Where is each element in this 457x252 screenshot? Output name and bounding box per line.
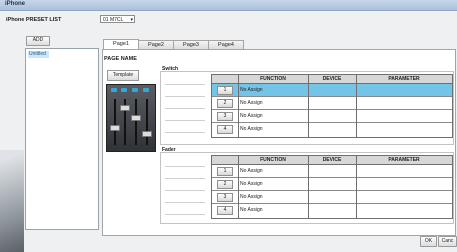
- row-function: No Assign: [240, 168, 263, 174]
- row-number-button[interactable]: 4: [217, 125, 233, 134]
- row-number-button[interactable]: 2: [217, 180, 233, 189]
- divider: [165, 96, 205, 97]
- switch-table: FUNCTION DEVICE PARAMETER 1 No Assign 2 …: [211, 74, 453, 138]
- divider: [165, 132, 205, 133]
- preset-list-label: iPhone PRESET LIST: [6, 17, 62, 23]
- title-bar: iPhone: [0, 0, 457, 11]
- table-row[interactable]: 2 No Assign: [212, 178, 452, 191]
- add-button[interactable]: ADD: [26, 36, 50, 46]
- page-name-label: PAGE NAME: [104, 56, 137, 62]
- divider: [165, 166, 205, 167]
- table-row[interactable]: 4 No Assign: [212, 204, 452, 216]
- cancel-button[interactable]: Canc: [438, 236, 457, 247]
- divider: [165, 120, 205, 121]
- row-number-button[interactable]: 2: [217, 99, 233, 108]
- chevron-down-icon: ▾: [130, 17, 133, 23]
- table-row[interactable]: 4 No Assign: [212, 123, 452, 135]
- row-function: No Assign: [240, 194, 263, 200]
- row-function: No Assign: [240, 181, 263, 187]
- divider: [165, 214, 205, 215]
- column-header-parameter: PARAMETER: [388, 157, 420, 163]
- row-function: No Assign: [240, 87, 263, 93]
- column-header-device: DEVICE: [322, 76, 342, 82]
- row-function: No Assign: [240, 100, 263, 106]
- model-select[interactable]: 01 M7CL ▾: [100, 15, 135, 23]
- row-number-button[interactable]: 1: [217, 86, 233, 95]
- table-row[interactable]: 2 No Assign: [212, 97, 452, 110]
- divider: [165, 108, 205, 109]
- divider: [165, 202, 205, 203]
- row-function: No Assign: [240, 207, 263, 213]
- divider: [165, 84, 205, 85]
- column-header-parameter: PARAMETER: [388, 76, 420, 82]
- fader-table-header: FUNCTION DEVICE PARAMETER: [212, 156, 452, 165]
- switch-table-header: FUNCTION DEVICE PARAMETER: [212, 75, 452, 84]
- column-header-device: DEVICE: [322, 157, 342, 163]
- template-button[interactable]: Template: [107, 70, 139, 81]
- preset-item[interactable]: Untitled: [28, 51, 49, 58]
- divider: [165, 178, 205, 179]
- column-header-function: FUNCTION: [260, 76, 286, 82]
- table-row[interactable]: 1 No Assign: [212, 84, 452, 97]
- iphone-mixer-preview-image: [106, 84, 156, 152]
- row-number-button[interactable]: 3: [217, 193, 233, 202]
- row-function: No Assign: [240, 126, 263, 132]
- monitor-frame-edge: [0, 150, 24, 252]
- row-number-button[interactable]: 1: [217, 167, 233, 176]
- fader-table: FUNCTION DEVICE PARAMETER 1 No Assign 2 …: [211, 155, 453, 219]
- table-row[interactable]: 1 No Assign: [212, 165, 452, 178]
- row-number-button[interactable]: 3: [217, 112, 233, 121]
- preset-list[interactable]: Untitled: [25, 48, 99, 230]
- column-header-function: FUNCTION: [260, 157, 286, 163]
- table-row[interactable]: 3 No Assign: [212, 110, 452, 123]
- row-function: No Assign: [240, 113, 263, 119]
- ok-button[interactable]: OK: [420, 236, 437, 247]
- iphone-preset-window: iPhone iPhone PRESET LIST 01 M7CL ▾ ADD …: [0, 0, 457, 252]
- divider: [165, 190, 205, 191]
- row-number-button[interactable]: 4: [217, 206, 233, 215]
- table-row[interactable]: 3 No Assign: [212, 191, 452, 204]
- window-title: iPhone: [5, 1, 26, 7]
- model-select-value: 01 M7CL: [103, 17, 124, 23]
